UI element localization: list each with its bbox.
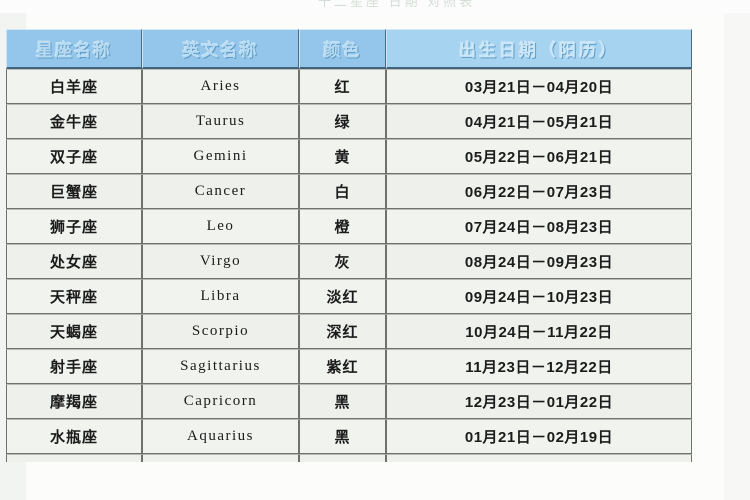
cell-english-name: Taurus bbox=[142, 104, 299, 139]
cell-constellation-name: 狮子座 bbox=[6, 209, 142, 244]
zodiac-date-table: 星座名称 英文名称 颜色 出生日期（阳历） 白羊座 Aries 红 03月21日－04… bbox=[6, 29, 692, 462]
cell-birth-date: 06月22日－07月23日 bbox=[386, 174, 692, 209]
cell-color: 深红 bbox=[299, 314, 386, 349]
table-row: 摩羯座 Capricorn 黑 12月23日－01月22日 bbox=[6, 384, 692, 419]
cell-english-name: Scorpio bbox=[142, 314, 299, 349]
table-row: 天蝎座 Scorpio 深红 10月24日－11月22日 bbox=[6, 314, 692, 349]
cell-birth-date: 09月24日－10月23日 bbox=[386, 279, 692, 314]
cell-birth-date: 07月24日－08月23日 bbox=[386, 209, 692, 244]
column-header-english-name: 英文名称 bbox=[142, 29, 299, 69]
cell-color: 绿 bbox=[299, 104, 386, 139]
cell-color: 紫红 bbox=[299, 349, 386, 384]
cell-color: 白 bbox=[299, 174, 386, 209]
cell-english-name: Cancer bbox=[142, 174, 299, 209]
cell-birth-date: 05月22日－06月21日 bbox=[386, 139, 692, 174]
table-row: 射手座 Sagittarius 紫红 11月23日－12月22日 bbox=[6, 349, 692, 384]
cell-english-name: Aquarius bbox=[142, 419, 299, 454]
cell-birth-date: 08月24日－09月23日 bbox=[386, 244, 692, 279]
cell-color: 灰 bbox=[299, 244, 386, 279]
cell-birth-date: 11月23日－12月22日 bbox=[386, 349, 692, 384]
column-header-constellation-name: 星座名称 bbox=[6, 29, 142, 69]
cell-birth-date: 03月21日－04月20日 bbox=[386, 69, 692, 104]
cell-constellation-name: 水瓶座 bbox=[6, 419, 142, 454]
cell-constellation-name: 天秤座 bbox=[6, 279, 142, 314]
cell-birth-date: 01月21日－02月19日 bbox=[386, 419, 692, 454]
table-row: 水瓶座 Aquarius 黑 01月21日－02月19日 bbox=[6, 419, 692, 454]
table-row: 巨蟹座 Cancer 白 06月22日－07月23日 bbox=[6, 174, 692, 209]
cell-color: 橙 bbox=[299, 209, 386, 244]
cell-english-name: Gemini bbox=[142, 139, 299, 174]
table-row-clipped bbox=[6, 454, 692, 462]
cell-constellation-name: 射手座 bbox=[6, 349, 142, 384]
cell-english-name: Libra bbox=[142, 279, 299, 314]
cell-birth-date: 12月23日－01月22日 bbox=[386, 384, 692, 419]
cell-birth-date: 04月21日－05月21日 bbox=[386, 104, 692, 139]
cell-english-name: Aries bbox=[142, 69, 299, 104]
cell-clipped bbox=[386, 454, 692, 462]
column-header-color: 颜色 bbox=[299, 29, 386, 69]
table-row: 处女座 Virgo 灰 08月24日－09月23日 bbox=[6, 244, 692, 279]
table-row: 金牛座 Taurus 绿 04月21日－05月21日 bbox=[6, 104, 692, 139]
cell-constellation-name: 摩羯座 bbox=[6, 384, 142, 419]
table-row: 双子座 Gemini 黄 05月22日－06月21日 bbox=[6, 139, 692, 174]
table-row: 狮子座 Leo 橙 07月24日－08月23日 bbox=[6, 209, 692, 244]
cell-color: 黑 bbox=[299, 384, 386, 419]
cell-constellation-name: 双子座 bbox=[6, 139, 142, 174]
table-body: 白羊座 Aries 红 03月21日－04月20日 金牛座 Taurus 绿 04月21日－0… bbox=[6, 69, 692, 462]
cell-english-name: Leo bbox=[142, 209, 299, 244]
zodiac-reference-page: 十二星座 日期 对照表 星座名称 英文名称 颜色 出生日期（阳历） 白羊座 Ari… bbox=[0, 0, 750, 500]
cell-english-name: Virgo bbox=[142, 244, 299, 279]
clipped-title-strip: 十二星座 日期 对照表 bbox=[0, 0, 750, 13]
cell-constellation-name: 巨蟹座 bbox=[6, 174, 142, 209]
column-header-birth-date: 出生日期（阳历） bbox=[386, 29, 692, 69]
cell-color: 红 bbox=[299, 69, 386, 104]
cell-constellation-name: 处女座 bbox=[6, 244, 142, 279]
cell-constellation-name: 白羊座 bbox=[6, 69, 142, 104]
cell-english-name: Capricorn bbox=[142, 384, 299, 419]
cell-clipped bbox=[142, 454, 299, 462]
table-row: 白羊座 Aries 红 03月21日－04月20日 bbox=[6, 69, 692, 104]
cell-color: 淡红 bbox=[299, 279, 386, 314]
cell-clipped bbox=[299, 454, 386, 462]
cell-color: 黄 bbox=[299, 139, 386, 174]
table-header-row: 星座名称 英文名称 颜色 出生日期（阳历） bbox=[6, 29, 692, 69]
cell-english-name: Sagittarius bbox=[142, 349, 299, 384]
clipped-title-text: 十二星座 日期 对照表 bbox=[318, 0, 476, 9]
table-row: 天秤座 Libra 淡红 09月24日－10月23日 bbox=[6, 279, 692, 314]
cell-clipped bbox=[6, 454, 142, 462]
page-gutter-right bbox=[724, 0, 750, 500]
cell-color: 黑 bbox=[299, 419, 386, 454]
cell-birth-date: 10月24日－11月22日 bbox=[386, 314, 692, 349]
table-header: 星座名称 英文名称 颜色 出生日期（阳历） bbox=[6, 29, 692, 69]
cell-constellation-name: 天蝎座 bbox=[6, 314, 142, 349]
cell-constellation-name: 金牛座 bbox=[6, 104, 142, 139]
